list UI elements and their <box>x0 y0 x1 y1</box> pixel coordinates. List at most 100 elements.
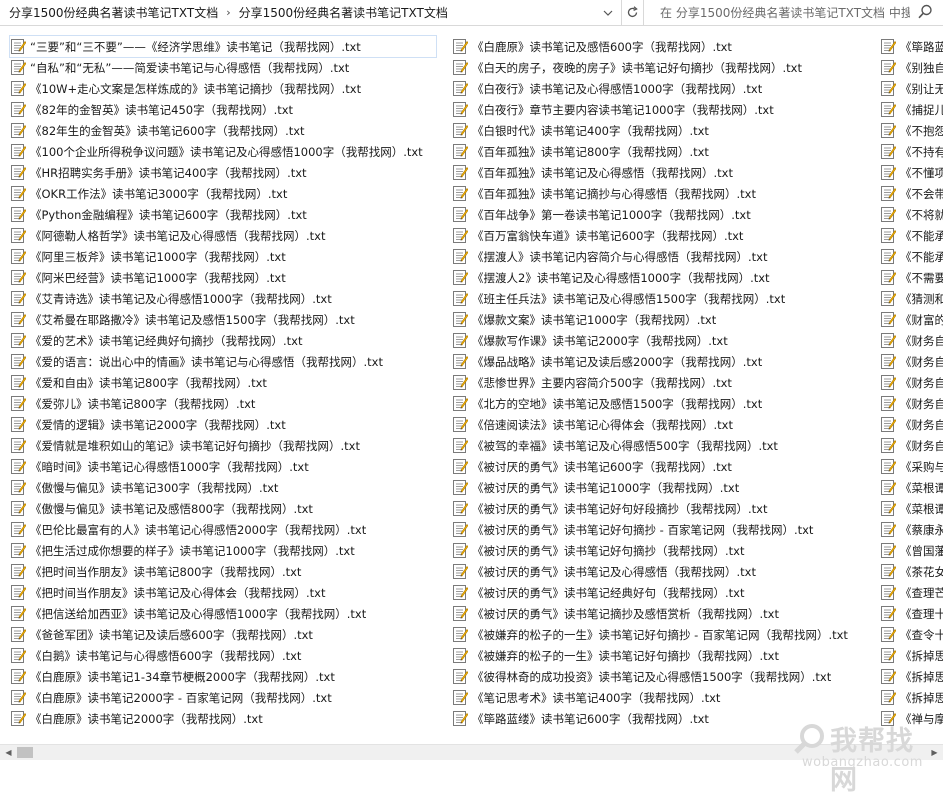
file-item[interactable]: 《拆掉思 <box>880 666 943 687</box>
file-item[interactable]: 《猜测和 <box>880 288 943 309</box>
file-item[interactable]: 《阿里三板斧》读书笔记1000字（我帮找网）.txt <box>10 246 455 267</box>
search-box[interactable] <box>652 0 943 25</box>
file-item[interactable]: 《把时间当作朋友》读书笔记及心得体会（我帮找网）.txt <box>10 582 455 603</box>
file-item[interactable]: 《被嫌弃的松子的一生》读书笔记好句摘抄 - 百家笔记网（我帮找网）.txt <box>452 624 897 645</box>
file-item[interactable]: 《不需要 <box>880 267 943 288</box>
file-item[interactable]: 《白鹿原》读书笔记及感悟600字（我帮找网）.txt <box>452 36 897 57</box>
file-item[interactable]: 《爱和自由》读书笔记800字（我帮找网）.txt <box>10 372 455 393</box>
file-item[interactable]: 《被讨厌的勇气》读书笔记1000字（我帮找网）.txt <box>452 477 897 498</box>
file-item[interactable]: 《不抱怨 <box>880 120 943 141</box>
file-item[interactable]: 《禅与摩 <box>880 708 943 729</box>
refresh-button[interactable] <box>622 0 644 25</box>
file-item[interactable]: 《爆款写作课》读书笔记2000字（我帮找网）.txt <box>452 330 897 351</box>
file-item[interactable]: 《北方的空地》读书笔记及感悟1500字（我帮找网）.txt <box>452 393 897 414</box>
breadcrumb[interactable]: 分享1500份经典名著读书笔记TXT文档 › 分享1500份经典名著读书笔记TX… <box>0 0 622 25</box>
file-item[interactable]: 《被讨厌的勇气》读书笔记经典好句（我帮找网）.txt <box>452 582 897 603</box>
file-item[interactable]: 《82年生的金智英》读书笔记600字（我帮找网）.txt <box>10 120 455 141</box>
file-item[interactable]: 《爱情的逻辑》读书笔记2000字（我帮找网）.txt <box>10 414 455 435</box>
file-item[interactable]: 《阿米巴经营》读书笔记1000字（我帮找网）.txt <box>10 267 455 288</box>
file-item[interactable]: 《曾国藩 <box>880 540 943 561</box>
file-item[interactable]: 《被讨厌的勇气》读书笔记好句好段摘抄（我帮找网）.txt <box>452 498 897 519</box>
file-item[interactable]: 《别让无 <box>880 78 943 99</box>
file-item[interactable]: 《倍速阅读法》读书笔记心得体会（我帮找网）.txt <box>452 414 897 435</box>
file-item[interactable]: 《拆掉思 <box>880 645 943 666</box>
file-item[interactable]: 《暗时间》读书笔记心得感悟1000字（我帮找网）.txt <box>10 456 455 477</box>
file-item[interactable]: 《把信送给加西亚》读书笔记及心得感悟1000字（我帮找网）.txt <box>10 603 455 624</box>
file-item[interactable]: 《100个企业所得税争议问题》读书笔记及心得感悟1000字（我帮找网）.txt <box>10 141 455 162</box>
file-item[interactable]: 《被嫌弃的松子的一生》读书笔记好句摘抄（我帮找网）.txt <box>452 645 897 666</box>
file-item[interactable]: 《爱情就是堆积如山的笔记》读书笔记好句摘抄（我帮找网）.txt <box>10 435 455 456</box>
file-item[interactable]: 《被讨厌的勇气》读书笔记好句摘抄（我帮找网）.txt <box>452 540 897 561</box>
file-item[interactable]: 《采购与 <box>880 456 943 477</box>
file-item[interactable]: 《摆渡人2》读书笔记及心得感悟1000字（我帮找网）.txt <box>452 267 897 288</box>
file-item[interactable]: 《笔记思考术》读书笔记400字（我帮找网）.txt <box>452 687 897 708</box>
file-item[interactable]: “三要”和“三不要”——《经济学思维》读书笔记（我帮找网）.txt <box>9 35 437 58</box>
file-item[interactable]: 《HR招聘实务手册》读书笔记400字（我帮找网）.txt <box>10 162 455 183</box>
file-item[interactable]: 《不将就 <box>880 204 943 225</box>
breadcrumb-separator-icon[interactable]: › <box>226 6 230 19</box>
file-item[interactable]: 《百年战争》第一卷读书笔记1000字（我帮找网）.txt <box>452 204 897 225</box>
file-item[interactable]: 《筚路蓝缕》读书笔记600字（我帮找网）.txt <box>452 708 897 729</box>
file-item[interactable]: 《百年孤独》读书笔记及心得感悟（我帮找网）.txt <box>452 162 897 183</box>
address-dropdown-button[interactable] <box>597 0 619 25</box>
file-item[interactable]: 《蔡康永 <box>880 519 943 540</box>
file-item[interactable]: 《查理芒 <box>880 582 943 603</box>
file-item[interactable]: 《摆渡人》读书笔记内容简介与心得感悟（我帮找网）.txt <box>452 246 897 267</box>
file-item[interactable]: 《被驾的幸福》读书笔记及心得感悟500字（我帮找网）.txt <box>452 435 897 456</box>
file-item[interactable]: 《百年孤独》读书笔记800字（我帮找网）.txt <box>452 141 897 162</box>
file-item[interactable]: 《傲慢与偏见》读书笔记300字（我帮找网）.txt <box>10 477 455 498</box>
file-item[interactable]: 《白夜行》章节主要内容读书笔记1000字（我帮找网）.txt <box>452 99 897 120</box>
file-item[interactable]: 《茶花女 <box>880 561 943 582</box>
file-item[interactable]: 《阿德勒人格哲学》读书笔记及心得感悟（我帮找网）.txt <box>10 225 455 246</box>
search-input[interactable] <box>660 2 910 23</box>
file-item[interactable]: 《白银时代》读书笔记400字（我帮找网）.txt <box>452 120 897 141</box>
file-item[interactable]: 《爱的艺术》读书笔记经典好句摘抄（我帮找网）.txt <box>10 330 455 351</box>
file-item[interactable]: 《不懂项 <box>880 162 943 183</box>
file-item[interactable]: 《财务自 <box>880 393 943 414</box>
file-item[interactable]: 《OKR工作法》读书笔记3000字（我帮找网）.txt <box>10 183 455 204</box>
file-item[interactable]: 《班主任兵法》读书笔记及心得感悟1500字（我帮找网）.txt <box>452 288 897 309</box>
breadcrumb-item[interactable]: 分享1500份经典名著读书笔记TXT文档 <box>239 4 448 21</box>
file-item[interactable]: 《爆款文案》读书笔记1000字（我帮找网）.txt <box>452 309 897 330</box>
file-item[interactable]: 《财富的 <box>880 309 943 330</box>
file-item[interactable]: 《白夜行》读书笔记及心得感悟1000字（我帮找网）.txt <box>452 78 897 99</box>
file-item[interactable]: 《财务自 <box>880 330 943 351</box>
file-item[interactable]: 《被讨厌的勇气》读书笔记摘抄及感悟赏析（我帮找网）.txt <box>452 603 897 624</box>
file-item[interactable]: 《捕捉儿 <box>880 99 943 120</box>
file-item[interactable]: 《菜根谭 <box>880 498 943 519</box>
file-item[interactable]: 《把生活过成你想要的样子》读书笔记1000字（我帮找网）.txt <box>10 540 455 561</box>
file-item[interactable]: 《白鹿原》读书笔记2000字 - 百家笔记网（我帮找网）.txt <box>10 687 455 708</box>
file-item[interactable]: 《爸爸军团》读书笔记及读后感600字（我帮找网）.txt <box>10 624 455 645</box>
file-item[interactable]: 《白鹅》读书笔记与心得感悟600字（我帮找网）.txt <box>10 645 455 666</box>
file-item[interactable]: 《财务自 <box>880 372 943 393</box>
file-item[interactable]: 《百年孤独》读书笔记摘抄与心得感悟（我帮找网）.txt <box>452 183 897 204</box>
horizontal-scrollbar[interactable]: ◀ ▶ <box>0 744 943 760</box>
file-item[interactable]: “自私”和“无私”——简爱读书笔记与心得感悟（我帮找网）.txt <box>10 57 455 78</box>
file-item[interactable]: 《不持有 <box>880 141 943 162</box>
file-item[interactable]: 《艾青诗选》读书笔记及心得感悟1000字（我帮找网）.txt <box>10 288 455 309</box>
file-item[interactable]: 《爱弥儿》读书笔记800字（我帮找网）.txt <box>10 393 455 414</box>
file-item[interactable]: 《Python金融编程》读书笔记600字（我帮找网）.txt <box>10 204 455 225</box>
file-item[interactable]: 《悲惨世界》主要内容简介500字（我帮找网）.txt <box>452 372 897 393</box>
file-item[interactable]: 《白天的房子，夜晚的房子》读书笔记好句摘抄（我帮找网）.txt <box>452 57 897 78</box>
file-item[interactable]: 《10W+走心文案是怎样炼成的》读书笔记摘抄（我帮找网）.txt <box>10 78 455 99</box>
scroll-right-icon[interactable]: ▶ <box>926 745 943 760</box>
scroll-left-icon[interactable]: ◀ <box>0 745 17 760</box>
file-item[interactable]: 《被讨厌的勇气》读书笔记600字（我帮找网）.txt <box>452 456 897 477</box>
file-item[interactable]: 《查理十 <box>880 603 943 624</box>
file-item[interactable]: 《别独自 <box>880 57 943 78</box>
file-item[interactable]: 《财务自 <box>880 351 943 372</box>
scrollbar-thumb[interactable] <box>17 747 33 758</box>
file-item[interactable]: 《筚路蓝 <box>880 36 943 57</box>
file-item[interactable]: 《被讨厌的勇气》读书笔记及心得感悟（我帮找网）.txt <box>452 561 897 582</box>
file-item[interactable]: 《彼得林奇的成功投资》读书笔记及心得感悟1500字（我帮找网）.txt <box>452 666 897 687</box>
file-item[interactable]: 《不会带 <box>880 183 943 204</box>
file-item[interactable]: 《傲慢与偏见》读书笔记及感悟800字（我帮找网）.txt <box>10 498 455 519</box>
file-item[interactable]: 《白鹿原》读书笔记2000字（我帮找网）.txt <box>10 708 455 729</box>
file-item[interactable]: 《百万富翁快车道》读书笔记600字（我帮找网）.txt <box>452 225 897 246</box>
file-item[interactable]: 《财务自 <box>880 435 943 456</box>
file-item[interactable]: 《查令十 <box>880 624 943 645</box>
breadcrumb-item[interactable]: 分享1500份经典名著读书笔记TXT文档 <box>9 4 218 21</box>
file-item[interactable]: 《被讨厌的勇气》读书笔记好句摘抄 - 百家笔记网（我帮找网）.txt <box>452 519 897 540</box>
file-item[interactable]: 《爱的语言：说出心中的情画》读书笔记与心得感悟（我帮找网）.txt <box>10 351 455 372</box>
